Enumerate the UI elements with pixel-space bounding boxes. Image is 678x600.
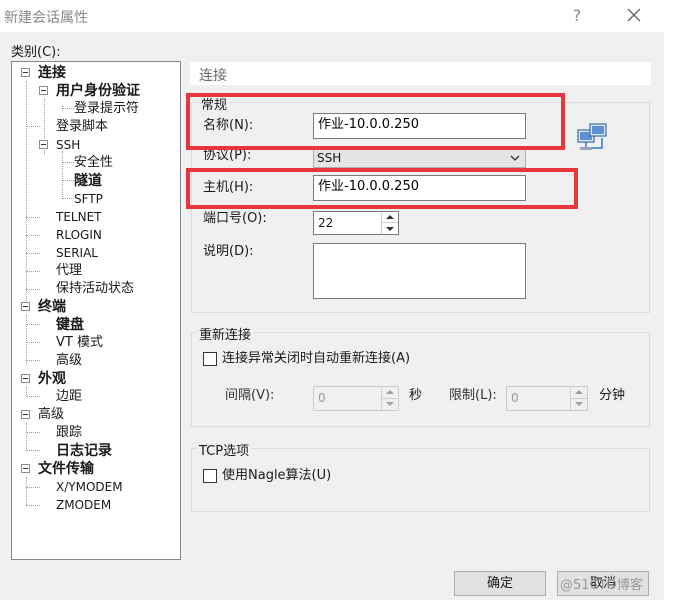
spin-down-icon[interactable] [382,223,398,234]
collapse-toggle-icon[interactable] [21,410,30,419]
nagle-label[interactable]: 使用Nagle算法(U) [222,468,331,484]
protocol-select[interactable]: SSH [313,149,526,168]
auto-reconnect-checkbox[interactable] [203,352,217,366]
background-strip [664,0,678,600]
collapse-toggle-icon[interactable] [39,140,48,149]
tree-item-serial[interactable]: SERIAL [56,244,98,262]
title-bar: 新建会话属性 ? [0,0,664,32]
tree-item-vt-modes[interactable]: VT 模式 [56,334,103,352]
minutes-label: 分钟 [599,388,626,403]
interval-value: 0 [318,391,326,405]
tree-item-login-prompts[interactable]: 登录提示符 [74,100,139,118]
tree-item-authentication[interactable]: 用户身份验证 [56,82,140,100]
section-title: 连接 [199,68,227,84]
tree-item-appearance[interactable]: 外观 [38,370,66,388]
tree-item-trace[interactable]: 跟踪 [56,424,82,442]
port-label: 端口号(O): [203,211,267,226]
tree-item-margins[interactable]: 边距 [56,388,82,406]
description-label: 说明(D): [203,244,254,259]
tree-item-proxy[interactable]: 代理 [56,262,82,280]
spin-up-icon[interactable] [571,387,587,399]
interval-spinner[interactable]: 0 [313,386,399,411]
tree-item-connection[interactable]: 连接 [38,64,66,82]
collapse-toggle-icon[interactable] [21,68,30,77]
watermark: @51CTO博客 [560,578,643,593]
spin-down-icon[interactable] [571,399,587,411]
tcp-options-group-label: TCP选项 [197,440,252,459]
session-properties-dialog: 新建会话属性 ? 类别(C): 连接 用户身份验证 登录提示符 登录脚本 SSH… [0,0,664,600]
tree-item-ssh[interactable]: SSH [56,136,80,154]
limit-spinner[interactable]: 0 [506,386,588,411]
chevron-down-icon [510,155,520,161]
collapse-toggle-icon[interactable] [21,464,30,473]
tree-item-tunneling[interactable]: 隧道 [74,172,102,190]
tree-item-telnet[interactable]: TELNET [56,208,102,226]
collapse-toggle-icon[interactable] [21,302,30,311]
interval-label: 间隔(V): [225,388,275,403]
tree-item-rlogin[interactable]: RLOGIN [56,226,102,244]
tree-item-keyboard[interactable]: 键盘 [56,316,84,334]
seconds-label: 秒 [409,388,423,403]
reconnect-group-label: 重新连接 [197,324,254,343]
protocol-select-value: SSH [317,151,342,165]
limit-label: 限制(L): [449,388,497,403]
host-highlight-box [186,168,578,209]
tree-item-advanced[interactable]: 高级 [38,406,64,424]
name-highlight-box [186,93,565,150]
tree-item-terminal-advanced[interactable]: 高级 [56,352,82,370]
tree-item-security[interactable]: 安全性 [74,154,113,172]
tree-item-file-transfer[interactable]: 文件传输 [38,460,94,478]
window-title: 新建会话属性 [4,10,88,26]
limit-value: 0 [511,391,519,405]
port-value: 22 [318,216,334,230]
collapse-toggle-icon[interactable] [21,374,30,383]
network-computers-icon [577,123,607,150]
spin-up-icon[interactable] [382,212,398,223]
category-tree[interactable]: 连接 用户身份验证 登录提示符 登录脚本 SSH 安全性 隧道 SFTP TEL… [11,61,181,560]
section-header: 连接 [190,62,651,85]
spin-down-icon[interactable] [382,399,398,411]
category-label: 类别(C): [11,45,61,60]
ok-button[interactable]: 确定 [454,571,546,596]
auto-reconnect-label[interactable]: 连接异常关闭时自动重新连接(A) [222,351,410,367]
tree-item-terminal[interactable]: 终端 [38,298,66,316]
close-button[interactable] [620,5,648,27]
description-input[interactable] [313,243,526,299]
protocol-label: 协议(P): [203,148,252,163]
help-button[interactable]: ? [566,5,588,27]
tree-item-sftp[interactable]: SFTP [74,190,103,208]
reconnect-group [191,332,650,427]
collapse-toggle-icon[interactable] [39,86,48,95]
nagle-checkbox[interactable] [203,469,217,483]
spin-up-icon[interactable] [382,387,398,399]
tree-item-logging[interactable]: 日志记录 [56,442,112,460]
tree-item-keep-alive[interactable]: 保持活动状态 [56,280,134,298]
tree-item-login-scripts[interactable]: 登录脚本 [56,118,108,136]
port-spinner[interactable]: 22 [313,211,399,235]
close-icon [627,8,641,22]
tree-item-zmodem[interactable]: ZMODEM [56,496,111,514]
tree-item-xymodem[interactable]: X/YMODEM [56,478,123,496]
